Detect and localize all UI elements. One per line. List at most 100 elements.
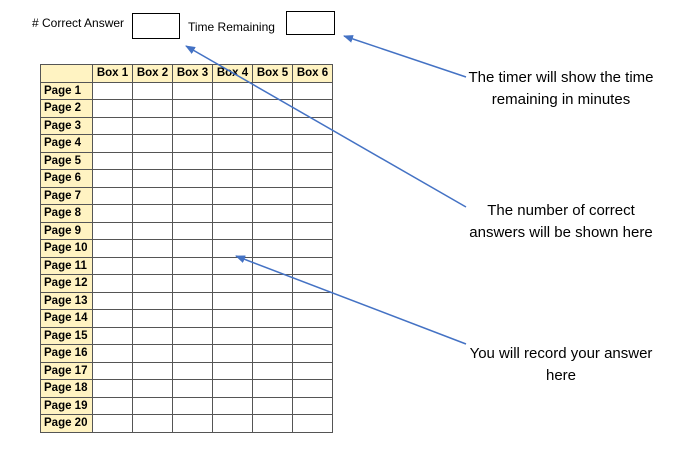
answer-cell[interactable] <box>252 116 293 135</box>
answer-cell[interactable] <box>292 186 333 205</box>
answer-cell[interactable] <box>212 151 253 170</box>
answer-cell[interactable] <box>132 414 173 433</box>
answer-cell[interactable] <box>132 239 173 258</box>
answer-cell[interactable] <box>172 361 213 380</box>
answer-cell[interactable] <box>132 274 173 293</box>
answer-cell[interactable] <box>132 379 173 398</box>
answer-cell[interactable] <box>212 379 253 398</box>
answer-cell[interactable] <box>92 361 133 380</box>
answer-cell[interactable] <box>292 134 333 153</box>
answer-cell[interactable] <box>172 379 213 398</box>
answer-cell[interactable] <box>252 379 293 398</box>
answer-cell[interactable] <box>292 116 333 135</box>
answer-cell[interactable] <box>132 116 173 135</box>
answer-cell[interactable] <box>212 396 253 415</box>
answer-cell[interactable] <box>252 414 293 433</box>
answer-cell[interactable] <box>292 379 333 398</box>
answer-cell[interactable] <box>292 169 333 188</box>
answer-cell[interactable] <box>132 396 173 415</box>
answer-cell[interactable] <box>292 239 333 258</box>
answer-cell[interactable] <box>252 256 293 275</box>
answer-cell[interactable] <box>252 396 293 415</box>
answer-cell[interactable] <box>92 134 133 153</box>
answer-cell[interactable] <box>132 344 173 363</box>
answer-cell[interactable] <box>292 291 333 310</box>
answer-cell[interactable] <box>292 414 333 433</box>
answer-cell[interactable] <box>172 309 213 328</box>
answer-cell[interactable] <box>252 239 293 258</box>
answer-cell[interactable] <box>212 344 253 363</box>
answer-cell[interactable] <box>252 274 293 293</box>
answer-cell[interactable] <box>132 361 173 380</box>
answer-cell[interactable] <box>92 151 133 170</box>
answer-cell[interactable] <box>252 309 293 328</box>
answer-cell[interactable] <box>132 326 173 345</box>
answer-cell[interactable] <box>172 81 213 100</box>
answer-cell[interactable] <box>172 204 213 223</box>
answer-cell[interactable] <box>172 396 213 415</box>
answer-cell[interactable] <box>212 291 253 310</box>
answer-cell[interactable] <box>212 134 253 153</box>
answer-cell[interactable] <box>212 81 253 100</box>
answer-cell[interactable] <box>92 256 133 275</box>
answer-cell[interactable] <box>212 256 253 275</box>
answer-cell[interactable] <box>92 99 133 118</box>
answer-cell[interactable] <box>212 414 253 433</box>
answer-cell[interactable] <box>92 186 133 205</box>
answer-cell[interactable] <box>292 81 333 100</box>
answer-cell[interactable] <box>92 274 133 293</box>
answer-cell[interactable] <box>132 169 173 188</box>
answer-cell[interactable] <box>212 239 253 258</box>
answer-cell[interactable] <box>132 151 173 170</box>
answer-cell[interactable] <box>132 186 173 205</box>
answer-cell[interactable] <box>172 186 213 205</box>
answer-cell[interactable] <box>292 256 333 275</box>
answer-cell[interactable] <box>252 204 293 223</box>
answer-cell[interactable] <box>92 81 133 100</box>
answer-cell[interactable] <box>132 81 173 100</box>
answer-cell[interactable] <box>172 344 213 363</box>
answer-cell[interactable] <box>252 326 293 345</box>
answer-cell[interactable] <box>172 326 213 345</box>
answer-cell[interactable] <box>292 309 333 328</box>
answer-cell[interactable] <box>212 221 253 240</box>
answer-cell[interactable] <box>252 151 293 170</box>
answer-cell[interactable] <box>292 326 333 345</box>
answer-cell[interactable] <box>212 326 253 345</box>
answer-cell[interactable] <box>292 344 333 363</box>
answer-cell[interactable] <box>92 239 133 258</box>
answer-cell[interactable] <box>212 169 253 188</box>
answer-cell[interactable] <box>92 169 133 188</box>
answer-cell[interactable] <box>92 414 133 433</box>
answer-cell[interactable] <box>172 151 213 170</box>
answer-cell[interactable] <box>252 361 293 380</box>
answer-cell[interactable] <box>212 204 253 223</box>
answer-cell[interactable] <box>92 344 133 363</box>
answer-cell[interactable] <box>292 204 333 223</box>
answer-cell[interactable] <box>92 221 133 240</box>
answer-cell[interactable] <box>132 204 173 223</box>
answer-cell[interactable] <box>172 239 213 258</box>
answer-cell[interactable] <box>292 396 333 415</box>
answer-cell[interactable] <box>92 204 133 223</box>
answer-cell[interactable] <box>252 99 293 118</box>
answer-cell[interactable] <box>252 186 293 205</box>
answer-cell[interactable] <box>172 116 213 135</box>
answer-cell[interactable] <box>212 309 253 328</box>
answer-cell[interactable] <box>292 151 333 170</box>
answer-cell[interactable] <box>252 134 293 153</box>
answer-cell[interactable] <box>172 256 213 275</box>
answer-cell[interactable] <box>92 309 133 328</box>
answer-cell[interactable] <box>132 309 173 328</box>
answer-cell[interactable] <box>92 379 133 398</box>
answer-cell[interactable] <box>252 344 293 363</box>
answer-cell[interactable] <box>172 134 213 153</box>
answer-cell[interactable] <box>132 291 173 310</box>
answer-cell[interactable] <box>172 169 213 188</box>
answer-cell[interactable] <box>212 361 253 380</box>
answer-cell[interactable] <box>172 274 213 293</box>
answer-cell[interactable] <box>212 274 253 293</box>
answer-cell[interactable] <box>172 414 213 433</box>
answer-cell[interactable] <box>92 326 133 345</box>
answer-cell[interactable] <box>252 169 293 188</box>
